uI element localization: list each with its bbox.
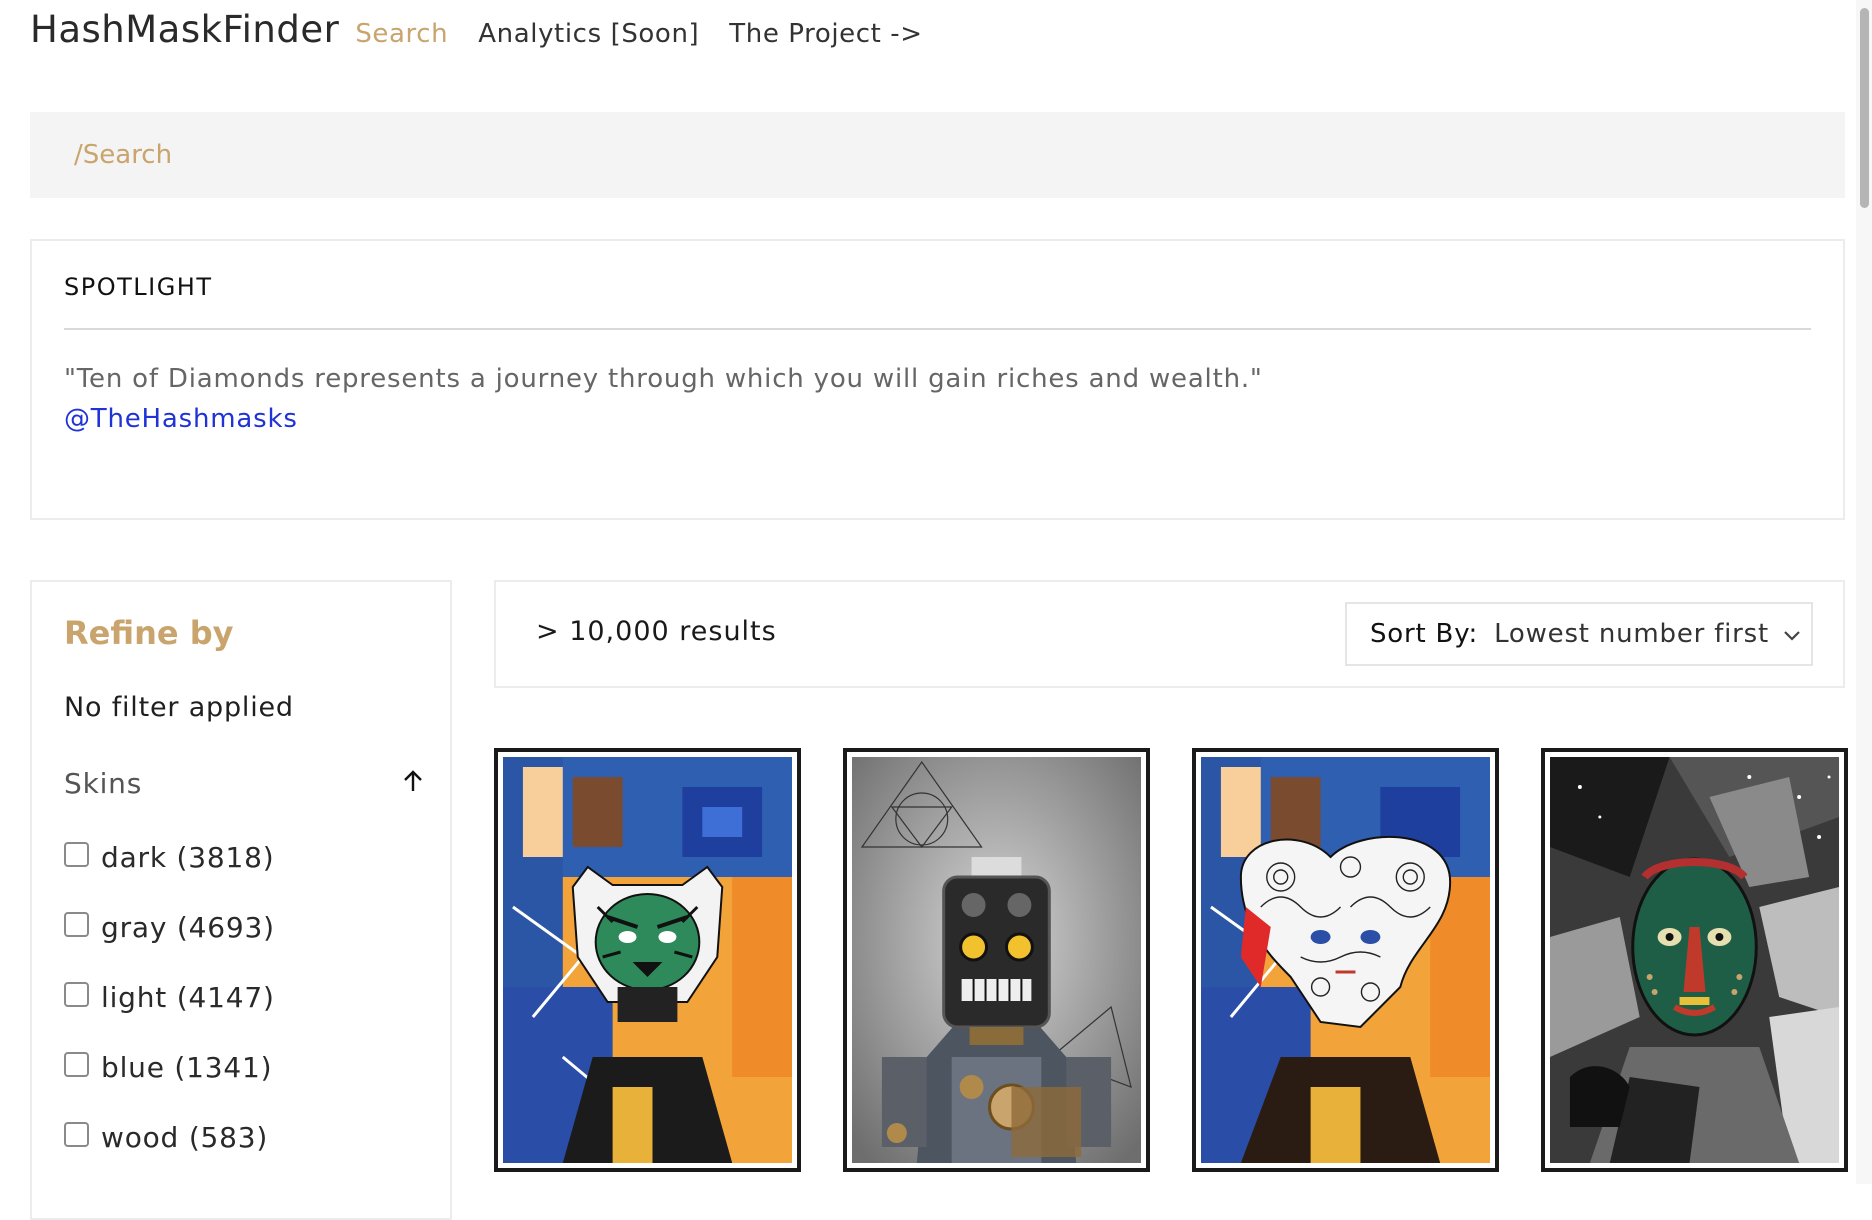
- refine-title: Refine by: [64, 614, 234, 652]
- skin-option-dark[interactable]: dark (3818): [64, 822, 450, 892]
- sort-label: Sort By:: [1370, 619, 1479, 649]
- tiger-mask-artwork: [503, 757, 792, 1163]
- spotlight-divider: [64, 328, 1811, 330]
- skin-option-gray[interactable]: gray (4693): [64, 892, 450, 962]
- skin-checkbox[interactable]: [64, 981, 89, 1007]
- arrow-up-icon[interactable]: [402, 767, 424, 800]
- nav-the-project[interactable]: The Project ->: [729, 19, 922, 49]
- paisley-mask-artwork: [1201, 757, 1490, 1163]
- skin-option-blue[interactable]: blue (1341): [64, 1032, 450, 1102]
- top-nav: HashMaskFinder Search Analytics [Soon] T…: [30, 8, 953, 58]
- results-count: > 10,000 results: [536, 616, 777, 647]
- scrollbar-thumb[interactable]: [1860, 8, 1869, 208]
- filter-status: No filter applied: [64, 692, 294, 723]
- spotlight-handle-link[interactable]: @TheHashmasks: [64, 404, 298, 434]
- nav-search[interactable]: Search: [355, 19, 448, 49]
- skin-checkbox[interactable]: [64, 841, 89, 867]
- mask-card[interactable]: [1192, 748, 1499, 1172]
- mask-card[interactable]: [843, 748, 1150, 1172]
- spotlight-title: SPOTLIGHT: [64, 273, 213, 301]
- sort-select[interactable]: Sort By: Lowest number first: [1345, 602, 1813, 666]
- skin-checkbox[interactable]: [64, 1121, 89, 1147]
- sort-value: Lowest number first: [1494, 619, 1770, 649]
- chevron-down-icon: [1783, 622, 1801, 646]
- facet-title: Skins: [64, 767, 143, 800]
- skin-option-label: light (4147): [101, 980, 275, 1014]
- skin-option-light[interactable]: light (4147): [64, 962, 450, 1032]
- skin-option-label: blue (1341): [101, 1050, 273, 1084]
- skin-option-wood[interactable]: wood (583): [64, 1102, 450, 1172]
- mask-card[interactable]: [1541, 748, 1848, 1172]
- skins-options: dark (3818) gray (4693) light (4147) blu…: [64, 822, 450, 1172]
- search-input[interactable]: [72, 139, 1845, 171]
- skin-option-label: wood (583): [101, 1120, 269, 1154]
- tribal-mask-artwork: [1550, 757, 1839, 1163]
- page-scrollbar[interactable]: [1856, 0, 1872, 1184]
- spotlight-quote: "Ten of Diamonds represents a journey th…: [64, 364, 1263, 394]
- results-bar: > 10,000 results Sort By: Lowest number …: [494, 580, 1845, 688]
- refine-sidebar: Refine by No filter applied Skins dark (…: [30, 580, 452, 1220]
- spotlight-panel: SPOTLIGHT "Ten of Diamonds represents a …: [30, 239, 1845, 520]
- search-bar: [30, 112, 1845, 198]
- brand-logo[interactable]: HashMaskFinder: [30, 8, 339, 51]
- skin-option-label: gray (4693): [101, 910, 275, 944]
- skin-checkbox[interactable]: [64, 911, 89, 937]
- skin-option-label: dark (3818): [101, 840, 275, 874]
- robot-mask-artwork: [852, 757, 1141, 1163]
- mask-card[interactable]: [494, 748, 801, 1172]
- skin-checkbox[interactable]: [64, 1051, 89, 1077]
- facet-header-skins[interactable]: Skins: [64, 767, 424, 800]
- nav-analytics[interactable]: Analytics [Soon]: [478, 19, 699, 49]
